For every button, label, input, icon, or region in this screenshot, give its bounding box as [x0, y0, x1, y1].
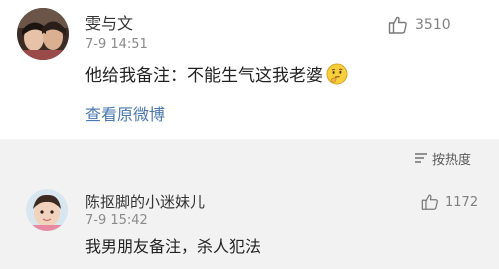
comment-like-button[interactable]: 1172: [421, 191, 478, 213]
comment-author-avatar[interactable]: [26, 189, 68, 231]
comments-sort-bar: 按热度: [0, 139, 499, 177]
comment-author-name[interactable]: 陈抠脚的小迷妹儿: [85, 191, 205, 212]
view-original-link[interactable]: 查看原微博: [85, 101, 165, 125]
post-text-body: 他给我备注：不能生气这我老婆: [85, 66, 323, 86]
thumbs-up-icon: [388, 15, 408, 35]
post-author-avatar[interactable]: [17, 8, 69, 60]
post-like-button[interactable]: 3510: [388, 14, 451, 36]
post-timestamp: 7-9 14:51: [85, 37, 148, 52]
post-text: 他给我备注：不能生气这我老婆: [85, 61, 348, 86]
comment-timestamp: 7-9 15:42: [85, 213, 148, 228]
comment-item: 陈抠脚的小迷妹儿 7-9 15:42 1172 我男朋友备注，杀人犯法: [0, 177, 499, 269]
comment-like-count: 1172: [445, 194, 479, 210]
sort-label: 按热度: [432, 152, 472, 168]
post-author-name[interactable]: 雯与文: [85, 10, 133, 34]
sort-by-popularity-button[interactable]: 按热度: [414, 149, 472, 168]
thumbs-up-icon: [421, 193, 439, 211]
comment-text: 我男朋友备注，杀人犯法: [85, 237, 262, 256]
sort-lines-icon: [414, 152, 432, 164]
post-like-count: 3510: [415, 17, 451, 33]
thinking-face-emoji: [326, 63, 348, 85]
weibo-post: 雯与文 7-9 14:51 3510 他给我备注：不能生气这我老婆 查看原微博: [0, 0, 499, 139]
